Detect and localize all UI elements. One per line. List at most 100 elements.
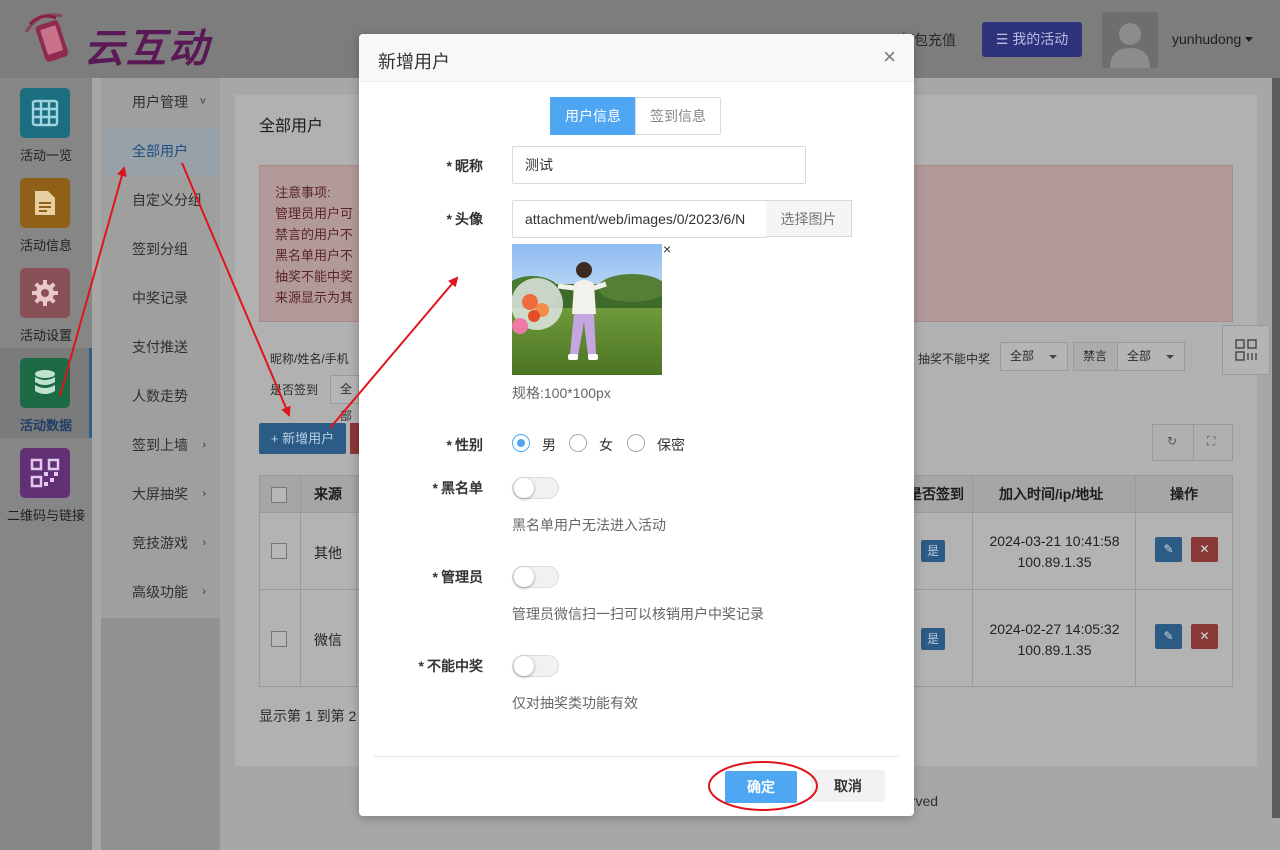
sub-menu-signin-groups[interactable]: 签到分组 [101,225,220,274]
my-activity-label: 我的活动 [1012,31,1069,47]
add-user-button[interactable]: + 新增用户 [259,423,346,454]
chevron-down-icon: ˅ [199,96,206,108]
cancel-button[interactable]: 取消 [811,770,885,802]
sub-menu-advanced[interactable]: 高级功能 › [101,568,220,617]
gender-label: * 性别 [363,435,483,455]
pencil-icon: ✎ [1163,542,1174,556]
nickname-input[interactable]: 测试 [512,146,806,184]
sub-menu-prize-records[interactable]: 中奖记录 [101,274,220,323]
dialog-footer-divider [374,756,899,757]
floating-qrcode-button[interactable] [1222,325,1270,375]
sub-menu-label: 签到上墙 [132,437,188,453]
qrcode-icon [1235,339,1257,361]
gender-secret-radio[interactable] [627,434,645,452]
required-mark: * [432,480,438,496]
sub-menu-big-screen-lottery[interactable]: 大屏抽奖 › [101,470,220,519]
filter-signed-label: 是否签到 [270,383,319,397]
filter-signed-value: 全部 [340,382,353,423]
gender-male-radio[interactable] [512,434,530,452]
notice-line: 管理员用户可 [275,206,354,221]
refresh-icon[interactable]: ↻ [1167,434,1177,448]
filter-mute-label: 禁言 [1083,349,1108,363]
delete-row-button[interactable]: ✕ [1191,624,1218,649]
page-scrollbar[interactable] [1272,78,1280,818]
cell-join-info: 2024-03-21 10:41:58 100.89.1.35 [973,531,1136,573]
cell-source: 其他 [314,545,342,561]
sub-menu-signin-wall[interactable]: 签到上墙 › [101,421,220,470]
document-icon [20,178,70,228]
avatar-path-input[interactable]: attachment/web/images/0/2023/6/N [512,200,767,238]
table-toolbar: ↻ ⛶ [1152,424,1233,461]
sub-menu-games[interactable]: 竞技游戏 › [101,519,220,568]
avatar[interactable] [1102,12,1158,68]
avatar-label: * 头像 [363,209,483,229]
database-icon [20,358,70,408]
admin-toggle[interactable] [512,566,559,588]
required-mark: * [446,158,452,174]
pagination-info: 显示第 1 到第 2 [259,708,357,724]
edit-button[interactable]: ✎ [1155,624,1182,649]
confirm-button[interactable]: 确定 [725,771,797,803]
delete-row-button[interactable]: ✕ [1191,537,1218,562]
toggle-knob [514,656,534,676]
admin-hint: 管理员微信扫一扫可以核销用户中奖记录 [512,606,764,622]
filter-mute-select[interactable]: 全部 [1117,342,1185,371]
tab-signin-info[interactable]: 签到信息 [635,97,721,135]
side-nav-activity-overview[interactable]: 活动一览 [0,78,92,168]
logo[interactable]: 云互动 [22,10,232,72]
filter-signed-select[interactable]: 全部 [330,375,359,423]
notice-line: 禁言的用户不 [275,227,354,242]
toggle-knob [514,478,534,498]
sub-menu-label: 大屏抽奖 [132,486,188,502]
side-nav-activity-info[interactable]: 活动信息 [0,168,92,258]
filter-no-win-label: 抽奖不能中奖 [918,352,991,366]
row-checkbox[interactable] [271,543,287,559]
filter-mute-label-box: 禁言 [1073,342,1118,371]
signed-badge: 是 [921,628,945,650]
join-ip: 100.89.1.35 [1017,642,1092,658]
tab-user-info[interactable]: 用户信息 [550,97,636,135]
blacklist-toggle[interactable] [512,477,559,499]
add-user-dialog: 新增用户 × 用户信息 签到信息 * 昵称 测试 * 头像 attachment/w… [359,34,914,816]
sub-menu-label: 人数走势 [132,388,188,404]
sub-menu-all-users[interactable]: 全部用户 [101,127,220,176]
user-menu[interactable]: yunhudong [1172,31,1254,47]
no-win-label-text: 不能中奖 [427,658,483,674]
side-nav-activity-settings[interactable]: 活动设置 [0,258,92,348]
remove-image-icon[interactable]: × [663,241,671,257]
filter-no-win-select[interactable]: 全部 [1000,342,1068,371]
select-all-checkbox[interactable] [271,487,287,503]
gender-label-text: 性别 [455,437,483,453]
sub-menu-user-management[interactable]: 用户管理 ˅ [101,78,220,127]
fullscreen-icon[interactable]: ⛶ [1207,434,1215,449]
filter-nickname-label: 昵称/姓名/手机 [270,352,349,366]
nickname-label-text: 昵称 [455,158,483,174]
admin-label: * 管理员 [363,567,483,587]
user-silhouette-icon [1110,23,1150,68]
row-checkbox[interactable] [271,631,287,647]
close-icon[interactable]: × [883,45,896,69]
notice-line: 抽奖不能中奖 [275,269,354,284]
sub-menu-user-trend[interactable]: 人数走势 [101,372,220,421]
close-icon: ✕ [1199,629,1210,643]
gender-female-radio[interactable] [569,434,587,452]
side-nav-activity-data[interactable]: 活动数据 [0,348,92,438]
my-activity-button[interactable]: ☰ 我的活动 [982,22,1082,57]
side-nav: 活动一览 活动信息 活动设置 活动数据 二维码与链接 [0,78,92,850]
sub-menu-custom-groups[interactable]: 自定义分组 [101,176,220,225]
blacklist-label-text: 黑名单 [441,480,483,496]
chevron-right-icon: › [202,586,206,598]
gender-male-label: 男 [542,437,556,453]
chevron-right-icon: › [202,488,206,500]
side-nav-qrcode-links[interactable]: 二维码与链接 [0,438,92,528]
edit-button[interactable]: ✎ [1155,537,1182,562]
side-nav-label: 活动一览 [19,148,72,163]
sub-menu-label: 支付推送 [132,339,188,355]
no-win-toggle[interactable] [512,655,559,677]
sub-menu-label: 高级功能 [132,584,188,600]
avatar-size-hint: 规格:100*100px [512,385,611,401]
sub-menu-label: 签到分组 [132,241,188,257]
sub-menu-payment-push[interactable]: 支付推送 [101,323,220,372]
chevron-down-icon [1245,37,1254,42]
choose-image-button[interactable]: 选择图片 [766,200,852,237]
